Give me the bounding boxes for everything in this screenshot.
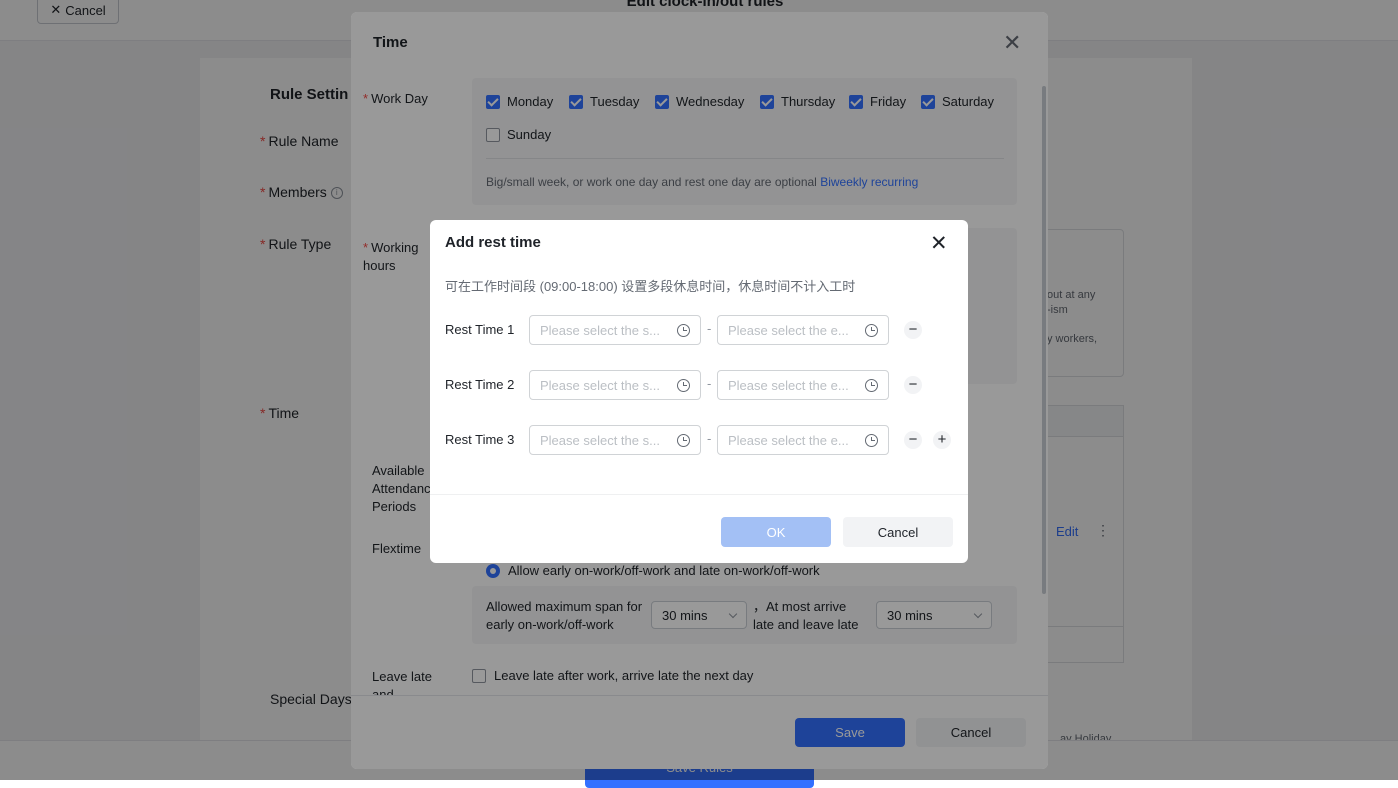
clock-icon xyxy=(865,433,878,447)
minus-icon[interactable]: − xyxy=(904,431,922,449)
range-separator: - xyxy=(707,431,712,446)
rest-end-input[interactable]: Please select the e... xyxy=(717,425,889,455)
rest-start-input[interactable]: Please select the s... xyxy=(529,370,701,400)
rest-time-label: Rest Time 1 xyxy=(445,322,515,337)
plus-icon[interactable]: + xyxy=(933,431,951,449)
dialog-description: 可在工作时间段 (09:00-18:00) 设置多段休息时间，休息时间不计入工时 xyxy=(445,279,856,294)
range-separator: - xyxy=(707,376,712,391)
rest-end-input[interactable]: Please select the e... xyxy=(717,315,889,345)
cancel-button[interactable]: Cancel xyxy=(843,517,953,547)
rest-start-input[interactable]: Please select the s... xyxy=(529,315,701,345)
clock-icon xyxy=(865,323,878,337)
rest-end-input[interactable]: Please select the e... xyxy=(717,370,889,400)
add-rest-time-dialog: Add rest time ✕ 可在工作时间段 (09:00-18:00) 设置… xyxy=(430,220,968,563)
dialog-title: Add rest time xyxy=(445,234,541,251)
rest-start-input[interactable]: Please select the s... xyxy=(529,425,701,455)
close-icon[interactable]: ✕ xyxy=(930,233,948,254)
clock-icon xyxy=(677,433,690,447)
range-separator: - xyxy=(707,321,712,336)
clock-icon xyxy=(677,378,690,392)
rest-time-label: Rest Time 3 xyxy=(445,432,515,447)
minus-icon[interactable]: − xyxy=(904,376,922,394)
clock-icon xyxy=(865,378,878,392)
ok-button[interactable]: OK xyxy=(721,517,831,547)
clock-icon xyxy=(677,323,690,337)
dialog-footer-divider xyxy=(430,494,968,495)
rest-time-label: Rest Time 2 xyxy=(445,377,515,392)
minus-icon[interactable]: − xyxy=(904,321,922,339)
